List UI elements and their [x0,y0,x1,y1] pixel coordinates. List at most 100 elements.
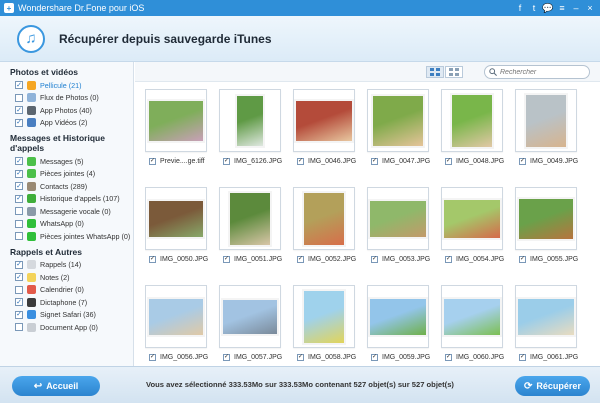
sidebar-item[interactable]: WhatsApp (0) [0,218,133,231]
sidebar-item-checkbox[interactable] [15,260,23,269]
photo-item[interactable]: IMG_0057.JPG [219,285,282,366]
photo-item[interactable]: IMG_6126.JPG [219,89,282,171]
sidebar-item[interactable]: Signet Safari (36) [0,309,133,322]
photo-thumbnail[interactable] [293,89,355,152]
sidebar-item-checkbox[interactable] [15,81,23,90]
photo-checkbox[interactable] [149,353,156,361]
sidebar-item[interactable]: Contacts (289) [0,180,133,193]
recover-button[interactable]: ⟳ Récupérer [515,376,590,396]
photo-checkbox[interactable] [371,353,378,361]
photo-item[interactable]: IMG_0048.JPG [441,89,504,171]
photo-item[interactable]: IMG_0053.JPG [367,187,430,269]
photo-thumbnail[interactable] [145,187,207,250]
photo-item[interactable]: IMG_0059.JPG [367,285,430,366]
sidebar-item-checkbox[interactable] [15,194,23,203]
sidebar-item-checkbox[interactable] [15,182,23,191]
photo-checkbox[interactable] [519,255,526,263]
sidebar-item-checkbox[interactable] [15,273,23,282]
photo-checkbox[interactable] [223,353,230,361]
photo-checkbox[interactable] [445,157,452,165]
photo-thumbnail[interactable] [441,89,503,152]
photo-checkbox[interactable] [223,157,230,165]
photo-item[interactable]: IMG_0060.JPG [441,285,504,366]
sidebar-item-checkbox[interactable] [15,93,23,102]
sidebar-item-checkbox[interactable] [15,232,23,241]
photo-thumbnail[interactable] [293,187,355,250]
photo-thumbnail[interactable] [219,187,281,250]
photo-thumbnail[interactable] [515,89,577,152]
list-view-button[interactable] [445,66,463,78]
sidebar-item-checkbox[interactable] [15,298,23,307]
sidebar-item-checkbox[interactable] [15,323,23,332]
photo-item[interactable]: IMG_0058.JPG [293,285,356,366]
photo-thumbnail[interactable] [367,89,429,152]
sidebar-item-checkbox[interactable] [15,157,23,166]
photo-checkbox[interactable] [297,353,304,361]
sidebar-item[interactable]: Calendrier (0) [0,284,133,297]
sidebar-item-checkbox[interactable] [15,106,23,115]
whatsapp-attachment-icon [27,231,36,241]
sidebar-item-checkbox[interactable] [15,310,23,319]
facebook-icon[interactable]: f [514,2,526,14]
sidebar-item-checkbox[interactable] [15,169,23,178]
photo-checkbox[interactable] [223,255,230,263]
photo-thumbnail[interactable] [293,285,355,348]
photo-checkbox[interactable] [445,353,452,361]
photo-checkbox[interactable] [371,157,378,165]
sidebar-item-checkbox[interactable] [15,219,23,228]
twitter-icon[interactable]: t [528,2,540,14]
photo-item[interactable]: IMG_0051.JPG [219,187,282,269]
sidebar-item[interactable]: Dictaphone (7) [0,296,133,309]
sidebar-item[interactable]: Pièces jointes (4) [0,168,133,181]
sidebar-item[interactable]: Pièces jointes WhatsApp (0) [0,230,133,243]
minimize-icon[interactable]: – [570,2,582,14]
search-input[interactable] [500,68,588,76]
photo-checkbox[interactable] [519,353,526,361]
sidebar-item[interactable]: Messagerie vocale (0) [0,205,133,218]
photo-thumbnail[interactable] [367,285,429,348]
photo-item[interactable]: IMG_0061.JPG [515,285,578,366]
sidebar-item[interactable]: Notes (2) [0,271,133,284]
sidebar-item[interactable]: Document App (0) [0,321,133,334]
sidebar-item[interactable]: Historique d'appels (107) [0,193,133,206]
sidebar-item[interactable]: App Vidéos (2) [0,117,133,130]
photo-item[interactable]: IMG_0052.JPG [293,187,356,269]
photo-item[interactable]: IMG_0055.JPG [515,187,578,269]
sidebar-item[interactable]: App Photos (40) [0,104,133,117]
close-icon[interactable]: × [584,2,596,14]
photo-thumbnail[interactable] [219,285,281,348]
photo-item[interactable]: IMG_0056.JPG [145,285,208,366]
sidebar-item-checkbox[interactable] [15,118,23,127]
menu-icon[interactable]: ≡ [556,2,568,14]
photo-item[interactable]: Previe....ge.tiff [145,89,207,171]
photo-thumbnail[interactable] [219,89,281,152]
photo-checkbox[interactable] [297,255,304,263]
sidebar-item-checkbox[interactable] [15,285,23,294]
photo-checkbox[interactable] [371,255,378,263]
photo-item[interactable]: IMG_0047.JPG [367,89,430,171]
sidebar-item[interactable]: Flux de Photos (0) [0,92,133,105]
sidebar-item-checkbox[interactable] [15,207,23,216]
photo-checkbox[interactable] [445,255,452,263]
grid-view-button[interactable] [426,66,444,78]
photo-checkbox[interactable] [149,157,156,165]
photo-thumbnail[interactable] [515,285,577,348]
sidebar-item[interactable]: Rappels (14) [0,259,133,272]
photo-thumbnail[interactable] [441,187,503,250]
photo-item[interactable]: IMG_0046.JPG [293,89,356,171]
photo-checkbox[interactable] [297,157,304,165]
sidebar-item[interactable]: Messages (5) [0,155,133,168]
photo-item[interactable]: IMG_0050.JPG [145,187,208,269]
photo-thumbnail[interactable] [367,187,429,250]
title-bar: + Wondershare Dr.Fone pour iOS f t 💬 ≡ –… [0,0,600,16]
sidebar-item[interactable]: Pellicule (21) [0,79,133,92]
photo-checkbox[interactable] [519,157,526,165]
photo-thumbnail[interactable] [145,285,207,348]
photo-item[interactable]: IMG_0049.JPG [515,89,578,171]
photo-checkbox[interactable] [149,255,156,263]
photo-thumbnail[interactable] [515,187,577,250]
photo-thumbnail[interactable] [145,89,207,152]
feedback-icon[interactable]: 💬 [542,2,554,14]
photo-thumbnail[interactable] [441,285,503,348]
photo-item[interactable]: IMG_0054.JPG [441,187,504,269]
